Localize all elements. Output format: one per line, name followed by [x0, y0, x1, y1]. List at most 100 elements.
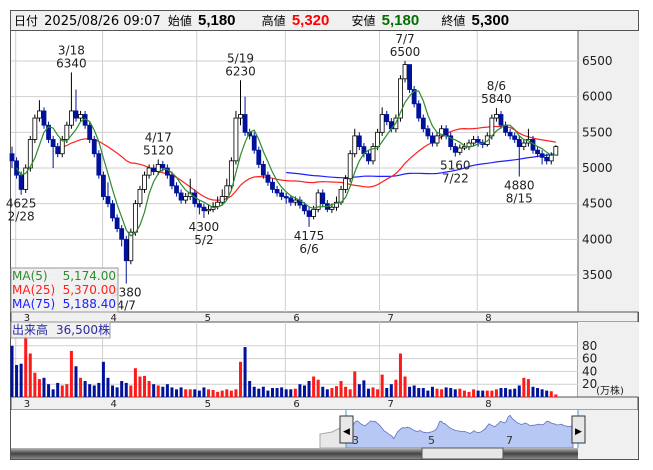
volume-bar [430, 386, 434, 397]
volume-bar [211, 389, 215, 397]
candle-up [32, 117, 38, 140]
candle-down [73, 110, 79, 119]
volume-bar [444, 387, 448, 397]
volume-bar [10, 345, 14, 397]
price-tick-label: 4500 [582, 197, 613, 211]
candle-up [553, 146, 559, 156]
volume-bar [239, 361, 242, 397]
candle-up [343, 178, 349, 190]
volume-bar [248, 381, 252, 397]
volume-bar [362, 380, 366, 397]
volume-bar [147, 381, 151, 397]
candle-down [430, 135, 435, 144]
candle-down [302, 204, 307, 212]
candle-up [64, 124, 70, 140]
left-arrow-icon[interactable]: ◀ [343, 427, 350, 437]
volume-bar [106, 377, 110, 397]
candle-up [233, 117, 239, 162]
annotation-date: 7/22 [442, 172, 469, 186]
candle-down [288, 197, 294, 203]
scrollbar-thumb[interactable] [421, 447, 504, 460]
volume-bar [284, 389, 288, 397]
volume-tick-label: 20 [582, 377, 597, 391]
volume-bar [275, 388, 279, 397]
candle-up [59, 139, 65, 155]
candle-down [119, 228, 125, 240]
volume-bar [316, 379, 320, 397]
volume-bar [526, 379, 530, 397]
month-tick-label: 5 [205, 399, 211, 410]
volume-bar [330, 388, 334, 397]
candle-down [425, 128, 431, 137]
volume-bar [380, 374, 384, 397]
candle-down [452, 146, 458, 153]
volume-bar [165, 384, 169, 397]
candle-down [101, 174, 106, 197]
right-arrow-icon[interactable]: ▶ [575, 427, 582, 437]
volume-bar [293, 388, 297, 397]
price-tick-label: 3500 [582, 268, 613, 282]
candle-down [475, 139, 481, 143]
month-tick-label: 7 [387, 313, 393, 324]
volume-bar [111, 385, 115, 397]
annotation-date: 2/28 [8, 210, 35, 224]
volume-bar [170, 387, 174, 397]
candle-down [320, 192, 326, 205]
volume-bar [152, 384, 156, 397]
annotation-value: 4300 [189, 220, 220, 234]
price-tick-label: 5000 [582, 161, 613, 175]
volume-bar [47, 384, 51, 397]
price-tick-label: 6000 [582, 90, 613, 104]
volume-bar [138, 376, 142, 397]
candle-down [123, 238, 129, 262]
volume-bar [28, 353, 32, 397]
volume-bar [97, 382, 101, 397]
annotation-date: 6/6 [299, 242, 318, 256]
candle-down [535, 149, 540, 155]
volume-bar [69, 350, 73, 397]
candle-up [132, 203, 138, 233]
volume-bar [188, 389, 192, 397]
volume-bar [289, 389, 293, 397]
legend-ma75-label: MA(75) [12, 297, 55, 311]
volume-bar [504, 388, 508, 397]
volume-bar [60, 385, 64, 397]
date-axis-strip-volume [10, 396, 639, 411]
volume-bar [202, 387, 206, 397]
candle-up [375, 131, 381, 147]
annotation-value: 6230 [225, 64, 256, 78]
candle-down [420, 117, 426, 130]
annotation-date: 8/15 [506, 192, 533, 206]
candle-down [110, 203, 115, 219]
volume-bar [545, 390, 549, 397]
candle-up [457, 147, 463, 153]
month-tick-label: 6 [293, 399, 299, 410]
candle-down [169, 174, 175, 187]
volume-bar [175, 389, 179, 397]
volume-bar [398, 353, 402, 397]
candle-down [201, 206, 207, 212]
candle-up [311, 208, 317, 217]
candle-down [274, 188, 280, 194]
legend-ma25-label: MA(25) [12, 283, 55, 297]
month-tick-label: 8 [485, 399, 491, 410]
navigator-month-label: 7 [506, 434, 513, 447]
candle-up [329, 206, 335, 210]
volume-bar [124, 382, 128, 397]
candle-down [498, 114, 504, 126]
volume-bar [513, 388, 517, 397]
volume-bar [225, 389, 229, 397]
volume-bar [485, 390, 489, 397]
candle-down [265, 174, 271, 183]
legend-ma5-label: MA(5) [12, 269, 48, 283]
annotation-value: 6500 [390, 45, 421, 59]
volume-bar [220, 390, 224, 397]
volume-bar [357, 384, 361, 397]
volume-bar [458, 388, 462, 397]
candle-down [105, 196, 111, 205]
candle-down [366, 153, 371, 162]
volume-bar [161, 386, 165, 397]
volume-bar [33, 372, 37, 397]
volume-bar [143, 375, 147, 397]
volume-bar [261, 386, 265, 397]
